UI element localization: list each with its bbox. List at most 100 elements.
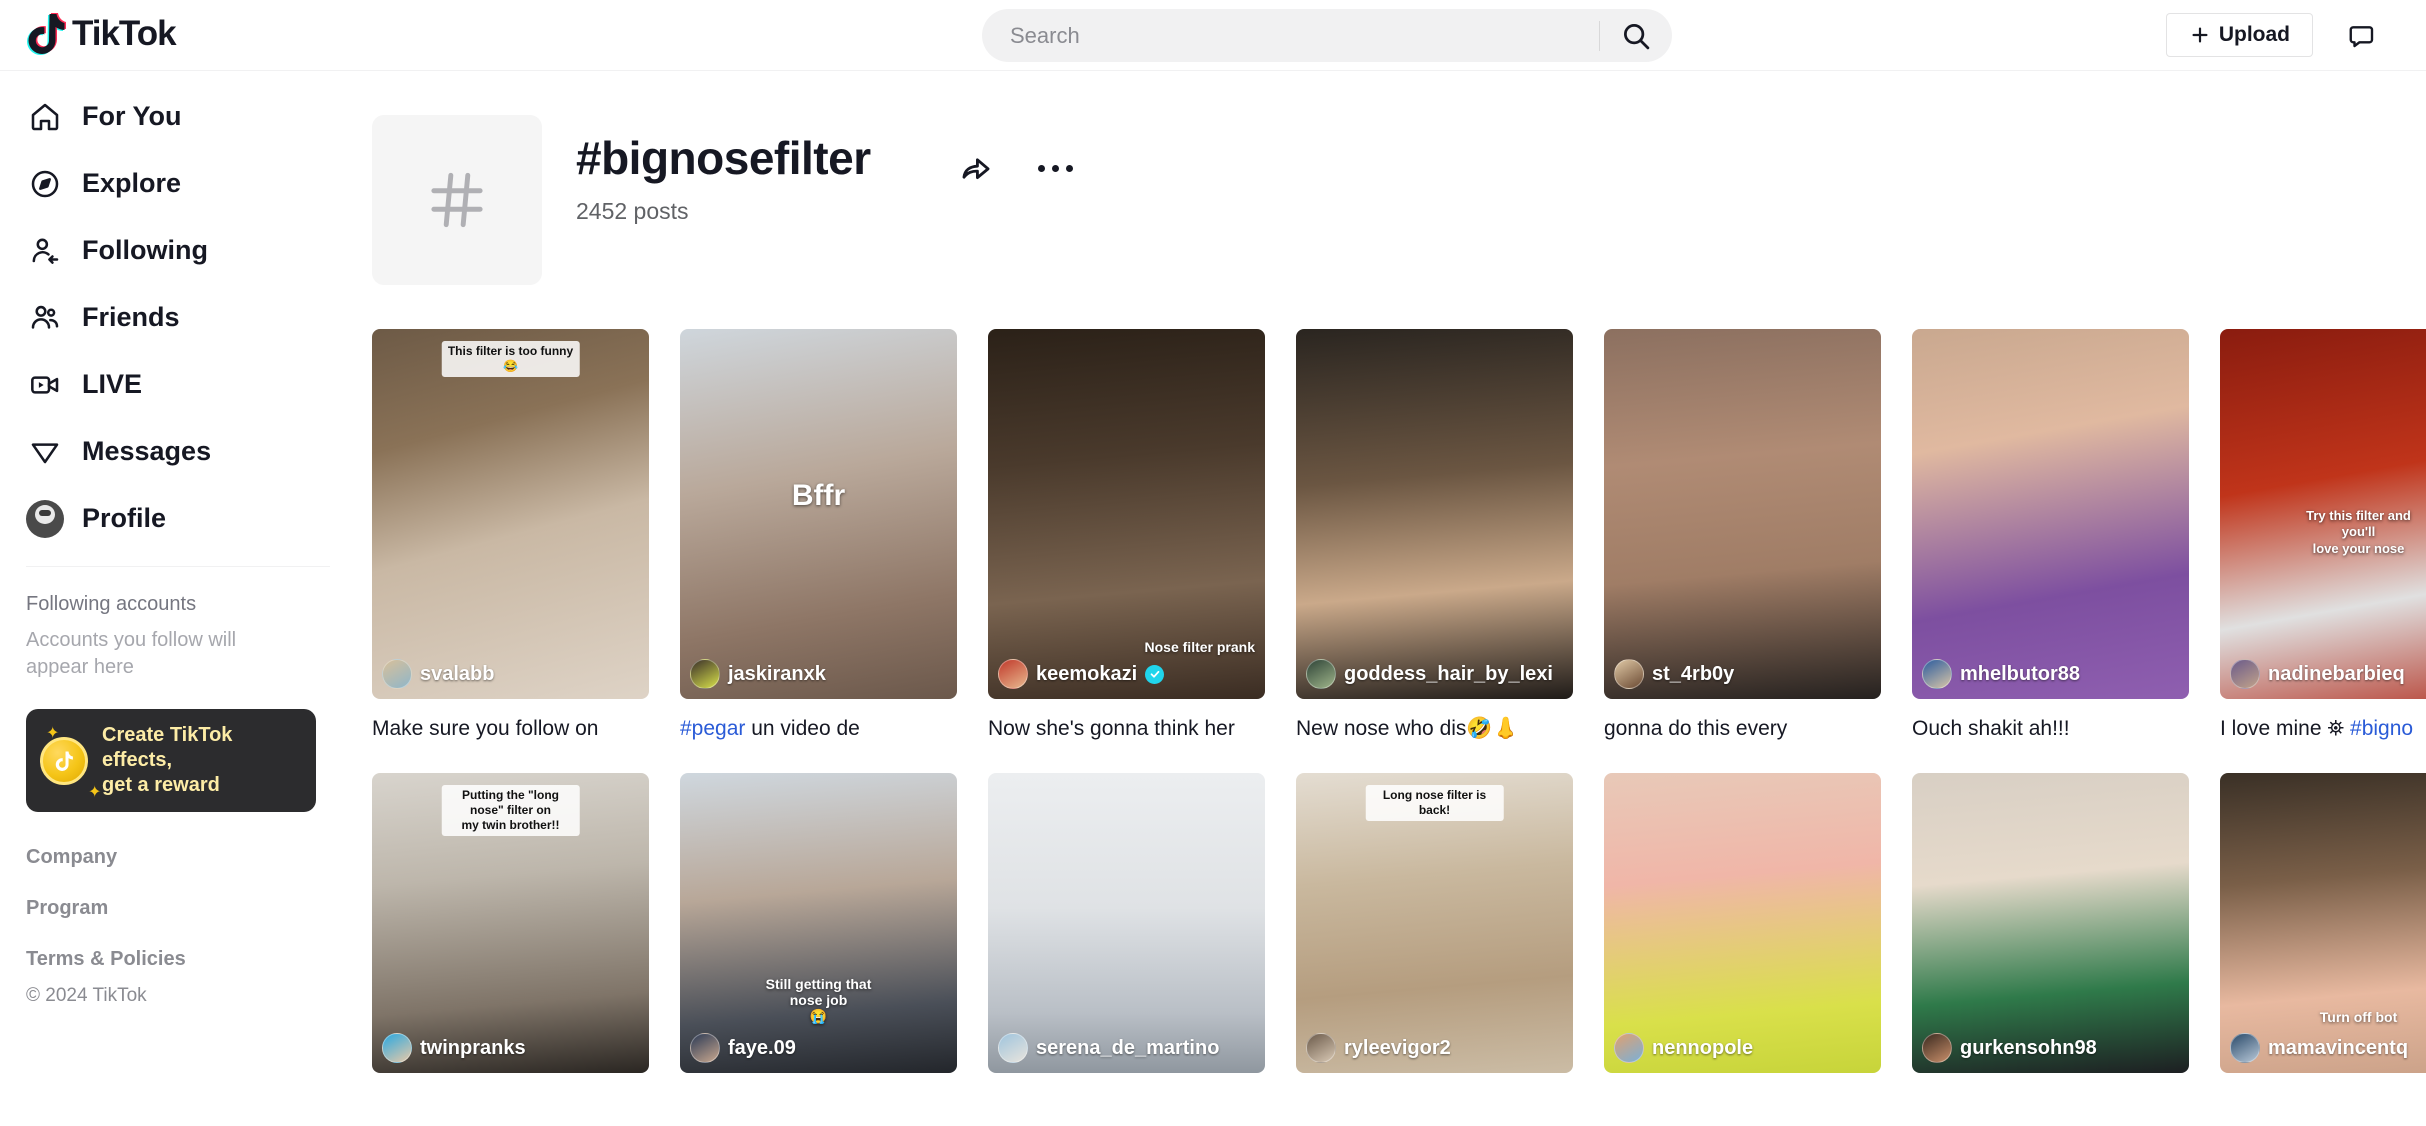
- video-thumbnail[interactable]: This filter is too funny 😂 svalabb: [372, 329, 649, 699]
- video-author[interactable]: serena_de_martino: [998, 1033, 1219, 1064]
- tiktok-coin-icon: [40, 736, 88, 785]
- video-thumbnail[interactable]: mhelbutor88: [1912, 329, 2189, 699]
- video-card[interactable]: gurkensohn98: [1912, 773, 2189, 1074]
- video-overlay-text: This filter is too funny 😂: [441, 341, 580, 377]
- author-avatar: [1614, 659, 1644, 689]
- video-author[interactable]: svalabb: [382, 659, 494, 689]
- create-effects-promo-card[interactable]: ✦ ✦ Create TikTok effects, get a reward: [26, 709, 316, 812]
- author-username: goddess_hair_by_lexi: [1344, 662, 1553, 685]
- video-card[interactable]: Bffr jaskiranxk #pegar un video de: [680, 329, 957, 742]
- sidebar-label: Explore: [82, 168, 182, 198]
- video-author[interactable]: st_4rb0y: [1614, 659, 1734, 689]
- video-author[interactable]: mhelbutor88: [1922, 659, 2080, 689]
- sidebar-item-following[interactable]: Following: [0, 217, 356, 284]
- video-thumbnail[interactable]: Putting the "long nose" filter on my twi…: [372, 773, 649, 1074]
- video-card[interactable]: st_4rb0y gonna do this every: [1604, 329, 1881, 742]
- hashtag-header: #bignosefilter 2452 posts: [356, 71, 2426, 285]
- sidebar-item-explore[interactable]: Explore: [0, 150, 356, 217]
- tiktok-wordmark: TikTok: [72, 14, 177, 53]
- author-username: ryleevigor2: [1344, 1036, 1451, 1059]
- sidebar-item-friends[interactable]: Friends: [0, 284, 356, 351]
- promo-text: Create TikTok effects, get a reward: [102, 723, 302, 798]
- sidebar-item-live[interactable]: LIVE: [0, 351, 356, 418]
- author-username: nennopole: [1652, 1036, 1754, 1059]
- video-author[interactable]: keemokazi: [998, 659, 1165, 689]
- sparkle-icon: ✦: [46, 725, 60, 742]
- video-card[interactable]: nennopole: [1604, 773, 1881, 1074]
- video-card[interactable]: serena_de_martino: [988, 773, 1265, 1074]
- video-author[interactable]: nennopole: [1614, 1033, 1754, 1064]
- video-card[interactable]: Nose filter prank keemokazi Now she's go…: [988, 329, 1265, 742]
- sidebar-item-profile[interactable]: Profile: [0, 485, 356, 552]
- video-overlay-text: Try this filter and you'll love your nos…: [2306, 508, 2411, 556]
- video-caption: Make sure you follow on: [372, 717, 599, 740]
- video-thumbnail[interactable]: Long nose filter is back! ryleevigor2: [1296, 773, 1573, 1074]
- video-card[interactable]: Still getting that nose job 😭 faye.09: [680, 773, 957, 1074]
- video-caption: Ouch shakit ah!!!: [1912, 717, 2070, 740]
- video-author[interactable]: gurkensohn98: [1922, 1033, 2097, 1064]
- video-thumbnail[interactable]: Turn off bot mamavincentq: [2220, 773, 2426, 1074]
- sidebar-label: For You: [82, 101, 182, 131]
- video-author[interactable]: mamavincentq: [2230, 1033, 2409, 1064]
- video-card[interactable]: Long nose filter is back! ryleevigor2: [1296, 773, 1573, 1074]
- footer-link-program[interactable]: Program: [26, 897, 330, 920]
- compass-icon: [26, 165, 64, 203]
- footer-link-company[interactable]: Company: [26, 846, 330, 869]
- sidebar-label: Following: [82, 235, 208, 265]
- video-thumbnail[interactable]: Bffr jaskiranxk: [680, 329, 957, 699]
- video-author[interactable]: nadinebarbieq: [2230, 659, 2405, 689]
- more-options-button[interactable]: [1033, 145, 1079, 191]
- left-sidebar: For You Explore Following Friends LIVE M…: [0, 71, 356, 1126]
- video-card[interactable]: goddess_hair_by_lexi New nose who dis🤣👃: [1296, 329, 1573, 742]
- video-thumbnail[interactable]: serena_de_martino: [988, 773, 1265, 1074]
- video-author[interactable]: goddess_hair_by_lexi: [1306, 659, 1553, 689]
- share-button[interactable]: [953, 145, 999, 191]
- video-author[interactable]: ryleevigor2: [1306, 1033, 1451, 1064]
- video-author[interactable]: jaskiranxk: [690, 659, 826, 689]
- footer-link-terms[interactable]: Terms & Policies: [26, 948, 330, 971]
- video-overlay-text: Still getting that nose job 😭: [765, 976, 872, 1025]
- upload-button[interactable]: Upload: [2165, 13, 2313, 57]
- video-overlay-text: Nose filter prank: [1144, 639, 1255, 655]
- video-thumbnail[interactable]: nennopole: [1604, 773, 1881, 1074]
- search-bar[interactable]: [982, 9, 1672, 62]
- author-username: mhelbutor88: [1960, 662, 2081, 685]
- video-thumbnail[interactable]: gurkensohn98: [1912, 773, 2189, 1074]
- video-card[interactable]: Putting the "long nose" filter on my twi…: [372, 773, 649, 1074]
- video-author[interactable]: faye.09: [690, 1033, 796, 1064]
- hashtag-actions: [953, 115, 1079, 191]
- author-avatar: [1306, 659, 1336, 689]
- video-author[interactable]: twinpranks: [382, 1033, 526, 1064]
- video-caption: New nose who dis🤣👃: [1296, 717, 1519, 740]
- video-thumbnail[interactable]: goddess_hair_by_lexi: [1296, 329, 1573, 699]
- sidebar-footer: Company Program Terms & Policies © 2024 …: [0, 812, 356, 1007]
- video-card[interactable]: Turn off bot mamavincentq: [2220, 773, 2426, 1074]
- video-thumbnail[interactable]: Nose filter prank keemokazi: [988, 329, 1265, 699]
- video-thumbnail[interactable]: Still getting that nose job 😭 faye.09: [680, 773, 957, 1074]
- tiktok-logo[interactable]: TikTok: [24, 11, 177, 57]
- author-avatar: [1922, 659, 1952, 689]
- upload-label: Upload: [2218, 23, 2290, 46]
- hashtag-meta: #bignosefilter 2452 posts: [576, 115, 871, 225]
- following-accounts-subtext: Accounts you follow will appear here: [26, 629, 237, 678]
- avatar-icon: [26, 499, 64, 538]
- video-thumbnail[interactable]: Try this filter and you'll love your nos…: [2220, 329, 2426, 699]
- page-title: #bignosefilter: [576, 132, 871, 184]
- video-card[interactable]: mhelbutor88 Ouch shakit ah!!!: [1912, 329, 2189, 742]
- author-username: mamavincentq: [2268, 1036, 2409, 1059]
- video-thumbnail[interactable]: st_4rb0y: [1604, 329, 1881, 699]
- sidebar-item-for-you[interactable]: For You: [0, 83, 356, 150]
- more-dots-icon: [1038, 164, 1074, 172]
- video-card[interactable]: This filter is too funny 😂 svalabb Make …: [372, 329, 649, 742]
- search-input[interactable]: [982, 9, 1599, 62]
- author-username: nadinebarbieq: [2268, 662, 2405, 685]
- sidebar-item-messages[interactable]: Messages: [0, 418, 356, 485]
- caption-hashtag[interactable]: #bigno: [2350, 717, 2413, 740]
- sidebar-label: Friends: [82, 302, 180, 332]
- caption-hashtag[interactable]: #pegar: [680, 717, 745, 740]
- video-card[interactable]: Try this filter and you'll love your nos…: [2220, 329, 2426, 742]
- plus-icon: [2192, 27, 2208, 43]
- search-button[interactable]: [1600, 9, 1672, 62]
- inbox-button[interactable]: [2342, 16, 2382, 56]
- author-username: twinpranks: [420, 1036, 526, 1059]
